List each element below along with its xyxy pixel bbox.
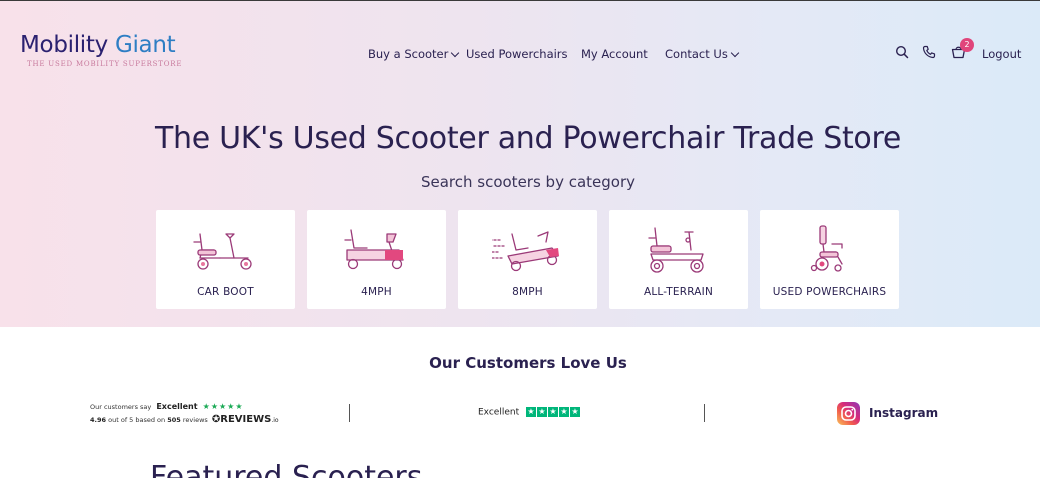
trustpilot-stars-icon: ★ ★ ★ ★ ★ — [526, 407, 580, 417]
car-boot-scooter-icon — [193, 233, 252, 270]
category-card-all-terrain[interactable]: ALL-TERRAIN — [609, 210, 748, 309]
hero-section: Mobility Giant THE USED MOBILITY SUPERST… — [0, 0, 1040, 327]
instagram-label: Instagram — [869, 406, 939, 420]
reviewsio-mid-text: out of 5 based on — [108, 416, 166, 424]
logo-wordmark: Mobility Giant — [20, 31, 182, 59]
category-label: 8MPH — [512, 286, 543, 298]
reviewsio-brand-suffix: .io — [271, 417, 279, 424]
divider — [349, 404, 350, 422]
reviewsio-logo: ✪REVIEWS.io — [212, 414, 279, 425]
category-card-used-powerchairs[interactable]: USED POWERCHAIRS — [760, 210, 899, 309]
category-label: CAR BOOT — [197, 286, 254, 298]
instagram-icon — [837, 402, 860, 425]
reviewsio-count: 505 — [167, 416, 181, 424]
category-label: ALL-TERRAIN — [643, 286, 714, 298]
nav-label: Buy a Scooter — [368, 47, 449, 61]
trustpilot-widget[interactable]: Excellent ★ ★ ★ ★ ★ — [478, 407, 581, 418]
reviewsio-rating-word: Excellent — [156, 402, 198, 411]
reviewsio-score: 4.96 — [90, 416, 107, 424]
nav-contact-us[interactable]: Contact Us — [665, 47, 740, 61]
all-terrain-scooter-icon — [648, 227, 704, 273]
site-logo[interactable]: Mobility Giant THE USED MOBILITY SUPERST… — [20, 31, 182, 68]
reviewsio-prefix: Our customers say — [90, 403, 152, 411]
reviewsio-summary: Our customers say Excellent ★★★★★ — [90, 402, 270, 411]
chevron-down-icon — [730, 48, 740, 58]
nav-my-account[interactable]: My Account — [581, 47, 648, 61]
category-label: USED POWERCHAIRS — [772, 286, 887, 298]
reviews-section-title: Our Customers Love Us — [429, 354, 627, 372]
reviewsio-widget[interactable]: Our customers say Excellent ★★★★★ 4.96 o… — [90, 402, 279, 425]
category-card-4mph[interactable]: 4MPH — [307, 210, 446, 309]
logo-word-giant: Giant — [114, 32, 176, 58]
nav-label: Used Powerchairs — [466, 47, 568, 61]
8mph-scooter-icon — [492, 231, 559, 272]
4mph-scooter-icon — [344, 229, 404, 270]
phone-icon[interactable] — [922, 45, 936, 59]
nav-buy-a-scooter[interactable]: Buy a Scooter — [368, 47, 460, 61]
nav-label: Contact Us — [665, 47, 728, 61]
star-rating-icon: ★★★★★ — [202, 402, 244, 411]
featured-section-title: Featured Scooters — [150, 460, 423, 478]
logout-link[interactable]: Logout — [982, 47, 1021, 61]
logo-word-mobility: Mobility — [20, 32, 108, 58]
chevron-down-icon — [451, 48, 460, 58]
hero-title: The UK's Used Scooter and Powerchair Tra… — [154, 121, 901, 156]
nav-label: My Account — [581, 47, 648, 61]
category-card-8mph[interactable]: 8MPH — [458, 210, 597, 309]
powerchair-icon — [810, 225, 843, 272]
logo-tagline: THE USED MOBILITY SUPERSTORE — [27, 60, 183, 68]
divider — [704, 404, 705, 422]
reviewsio-score-line: 4.96 out of 5 based on 505 reviews ✪REVI… — [90, 414, 279, 425]
reviewsio-suffix: reviews — [182, 416, 208, 424]
category-card-car-boot[interactable]: CAR BOOT — [156, 210, 295, 309]
star-badge-icon: ✪ — [211, 414, 221, 425]
reviewsio-brand: REVIEWS — [220, 414, 272, 425]
trustpilot-rating-word: Excellent — [478, 407, 520, 418]
category-label: 4MPH — [361, 286, 392, 298]
cart-count-badge: 2 — [960, 38, 974, 52]
hero-subtitle: Search scooters by category — [420, 173, 636, 191]
search-icon[interactable] — [895, 45, 909, 59]
nav-used-powerchairs[interactable]: Used Powerchairs — [466, 47, 568, 61]
